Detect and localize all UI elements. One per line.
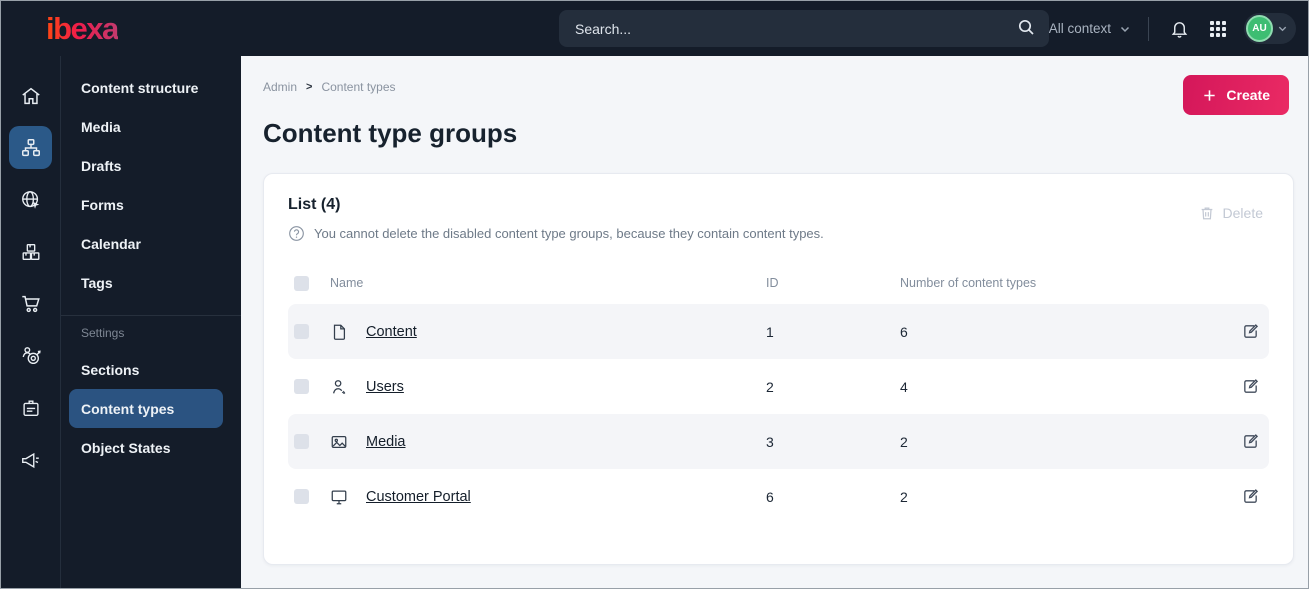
- row-checkbox[interactable]: [294, 434, 309, 449]
- help-text: You cannot delete the disabled content t…: [314, 226, 824, 241]
- group-count: 6: [900, 323, 908, 340]
- sidebar-item-drafts[interactable]: Drafts: [69, 146, 223, 185]
- notifications-bell-icon[interactable]: [1166, 16, 1192, 42]
- delete-button-label: Delete: [1222, 205, 1263, 221]
- edit-icon[interactable]: [1238, 429, 1263, 454]
- group-link-customer-portal[interactable]: Customer Portal: [366, 489, 766, 505]
- group-link-users[interactable]: Users: [366, 379, 766, 395]
- column-header-id: ID: [766, 276, 779, 290]
- content-type-groups-table: Name ID Number of content types Content …: [288, 262, 1269, 524]
- sidebar-item-sections[interactable]: Sections: [69, 350, 223, 389]
- image-icon: [330, 433, 366, 451]
- group-id: 1: [766, 323, 774, 340]
- group-count: 2: [900, 488, 908, 505]
- sidebar-settings-heading: Settings: [81, 326, 125, 340]
- column-header-count: Number of content types: [900, 276, 1037, 290]
- edit-icon[interactable]: [1238, 319, 1263, 344]
- row-checkbox[interactable]: [294, 489, 309, 504]
- group-id: 6: [766, 488, 774, 505]
- content-structure-icon[interactable]: [9, 126, 52, 169]
- site-icon[interactable]: [9, 178, 52, 221]
- sidebar-divider: [61, 315, 241, 316]
- sidebar-item-content-types[interactable]: Content types: [69, 389, 223, 428]
- app-grid-icon[interactable]: [1205, 16, 1231, 42]
- group-id: 3: [766, 433, 774, 450]
- file-icon: [330, 323, 366, 341]
- edit-icon[interactable]: [1238, 484, 1263, 509]
- personalization-icon[interactable]: [9, 334, 52, 377]
- avatar: AU: [1246, 15, 1273, 42]
- sidebar-item-content-structure[interactable]: Content structure: [69, 68, 223, 107]
- create-button[interactable]: Create: [1183, 75, 1289, 115]
- delete-button[interactable]: Delete: [1193, 204, 1269, 222]
- breadcrumb-separator: >: [306, 81, 313, 93]
- list-title: List (4): [288, 196, 341, 213]
- sidebar-icon-rail: [1, 56, 61, 588]
- admin-badge-icon[interactable]: [9, 386, 52, 429]
- group-count: 4: [900, 378, 908, 395]
- chevron-down-icon: [1277, 23, 1288, 34]
- table-row: Content 1 6: [288, 304, 1269, 359]
- user-icon: [330, 378, 366, 396]
- search-icon: [1017, 18, 1035, 36]
- announcement-icon[interactable]: [9, 438, 52, 481]
- select-all-checkbox[interactable]: [294, 275, 309, 291]
- commerce-icon[interactable]: [9, 230, 52, 273]
- page-title: Content type groups: [263, 118, 518, 148]
- group-link-media[interactable]: Media: [366, 434, 766, 450]
- group-id: 2: [766, 378, 774, 395]
- edit-icon[interactable]: [1238, 374, 1263, 399]
- row-checkbox[interactable]: [294, 379, 309, 394]
- create-button-label: Create: [1226, 87, 1270, 103]
- user-menu[interactable]: AU: [1244, 13, 1296, 44]
- table-header-row: Name ID Number of content types: [288, 262, 1269, 304]
- sidebar-item-calendar[interactable]: Calendar: [69, 224, 223, 263]
- question-circle-icon: [288, 225, 305, 242]
- cart-icon[interactable]: [9, 282, 52, 325]
- global-search: [559, 10, 1049, 47]
- sidebar-menu: Content structure Media Drafts Forms Cal…: [61, 56, 241, 588]
- table-row: Customer Portal 6 2: [288, 469, 1269, 524]
- chevron-down-icon: [1119, 23, 1131, 35]
- group-count: 2: [900, 433, 908, 450]
- app-window: ibexa Site: All context: [0, 0, 1309, 589]
- topbar-divider: [1148, 16, 1149, 41]
- search-input[interactable]: [559, 10, 1049, 47]
- breadcrumb-admin[interactable]: Admin: [263, 80, 297, 94]
- help-line: You cannot delete the disabled content t…: [288, 225, 824, 242]
- plus-icon: [1202, 88, 1217, 103]
- main-content: Admin > Content types Create Content typ…: [241, 56, 1308, 588]
- content-type-groups-panel: List (4) You cannot delete the disabled …: [263, 173, 1294, 565]
- column-header-name: Name: [330, 276, 364, 290]
- table-row: Users 2 4: [288, 359, 1269, 414]
- sidebar-item-media[interactable]: Media: [69, 107, 223, 146]
- sidebar-item-forms[interactable]: Forms: [69, 185, 223, 224]
- sidebar: Content structure Media Drafts Forms Cal…: [1, 56, 241, 588]
- breadcrumb: Admin > Content types: [241, 56, 1308, 94]
- topbar: ibexa Site: All context: [1, 1, 1308, 56]
- row-checkbox[interactable]: [294, 324, 309, 339]
- group-link-content[interactable]: Content: [366, 324, 766, 340]
- ibexa-logo: ibexa: [46, 10, 119, 46]
- sidebar-item-tags[interactable]: Tags: [69, 263, 223, 302]
- trash-icon: [1199, 205, 1215, 221]
- monitor-icon: [330, 488, 366, 506]
- home-icon[interactable]: [9, 74, 52, 117]
- breadcrumb-content-types: Content types: [321, 80, 396, 94]
- sidebar-item-object-states[interactable]: Object States: [69, 428, 223, 467]
- table-row: Media 3 2: [288, 414, 1269, 469]
